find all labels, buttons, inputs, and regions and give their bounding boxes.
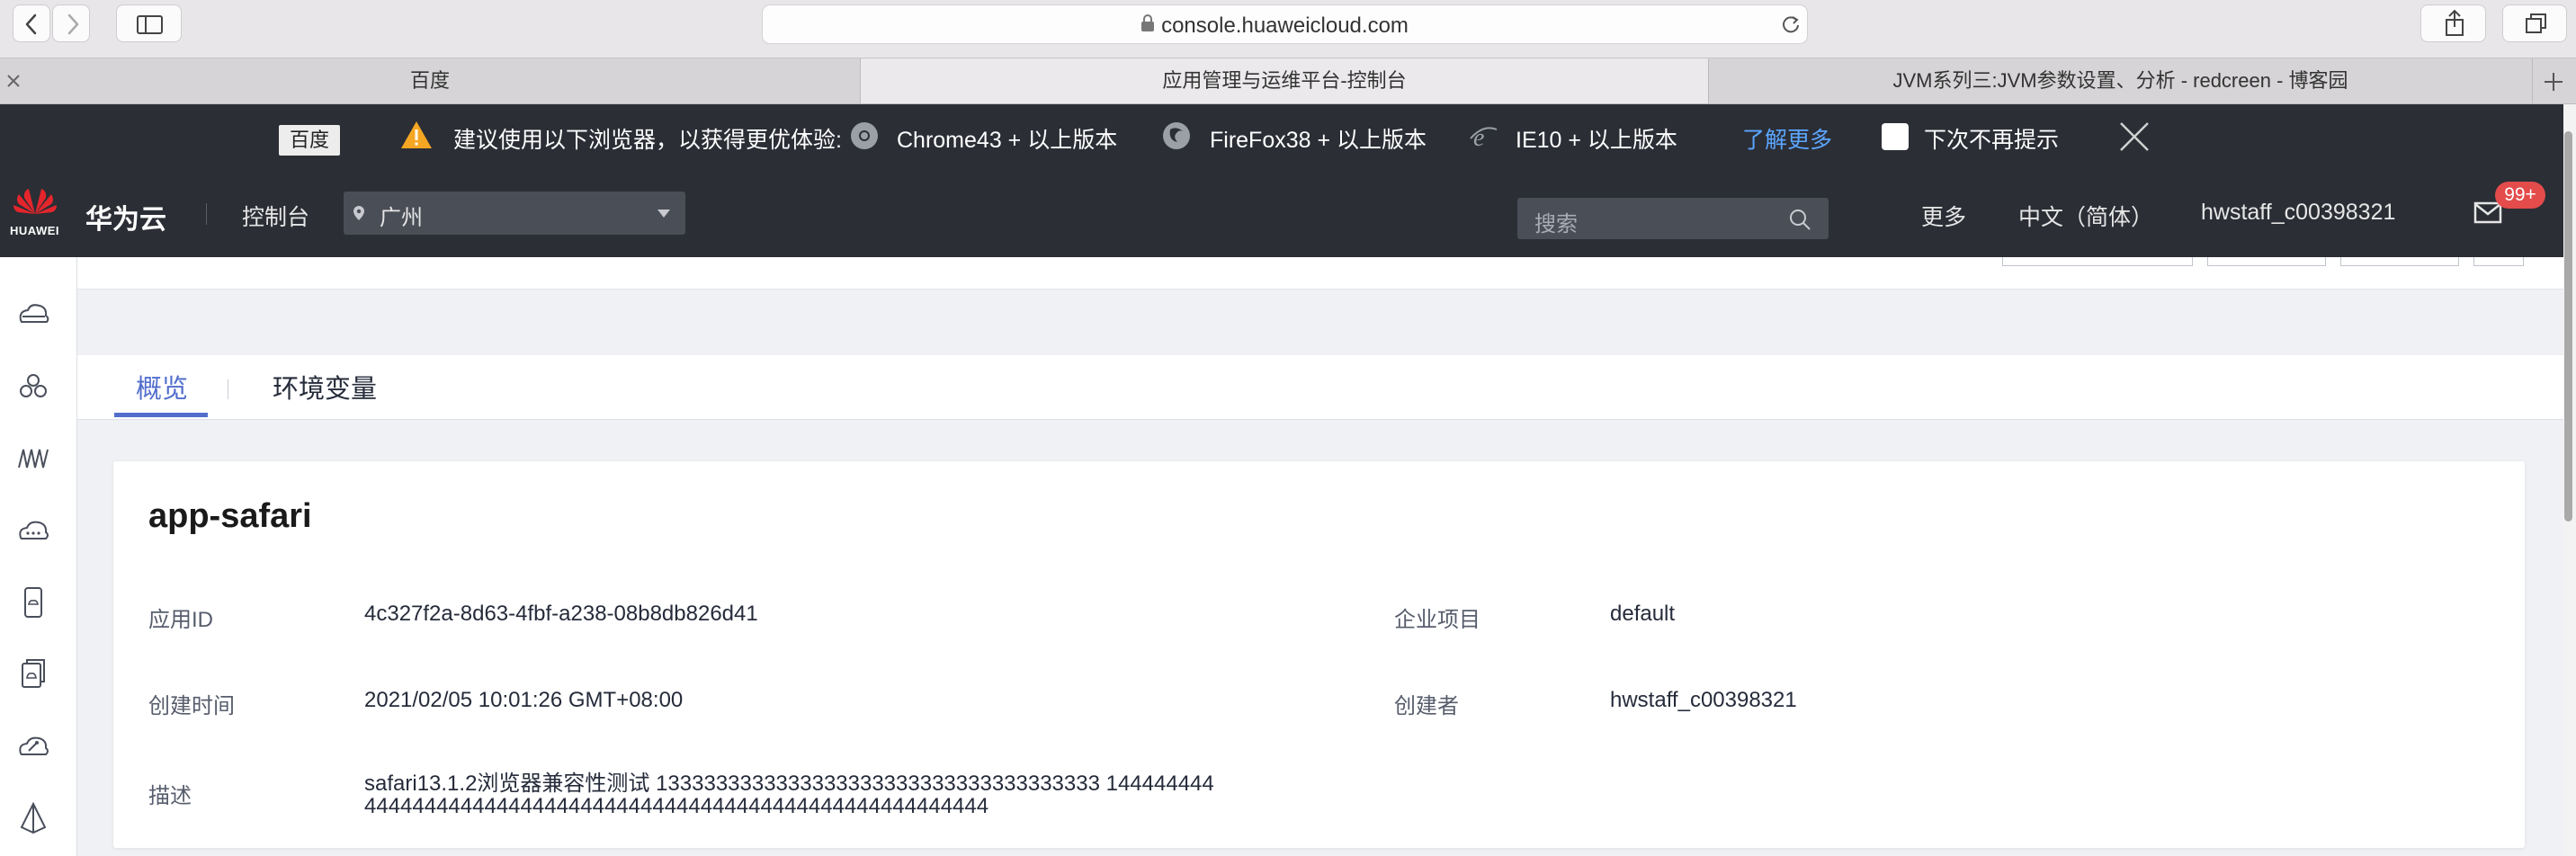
notice-message: 建议使用以下浏览器，以获得更优体验: (453, 128, 842, 153)
more-menu[interactable]: 更多 (1921, 200, 1966, 232)
content-tabs: 概览 环境变量 (77, 355, 2563, 420)
ie-icon: e (1470, 124, 1498, 151)
notice-chrome-version: Chrome43 + 以上版本 (897, 128, 1118, 153)
plus-icon[interactable] (2542, 70, 2565, 94)
created-time-value: 2021/02/05 10:01:26 GMT+08:00 (364, 688, 684, 712)
cloud-server-icon[interactable] (15, 297, 51, 333)
enterprise-project-value: default (1610, 602, 1676, 626)
creator-value: hwstaff_c00398321 (1610, 688, 1797, 712)
tabs-icon (2526, 13, 2546, 33)
reload-icon[interactable] (1779, 13, 1802, 36)
app-detail-card: app-safari 应用ID 4c327f2a-8d63-4fbf-a238-… (113, 461, 2525, 848)
baidu-tooltip: 百度 (279, 125, 340, 156)
deploy-icon[interactable] (15, 800, 51, 836)
console-link[interactable]: 控制台 (242, 200, 309, 232)
app-package-icon[interactable] (15, 656, 51, 692)
header-divider (206, 203, 207, 225)
dont-show-label: 下次不再提示 (1924, 128, 2060, 153)
console-header: HUAWEI 华为云 控制台 广州 搜索 更多 中文（简体） hwstaff_c… (0, 167, 2563, 257)
forward-button[interactable] (52, 4, 90, 42)
dont-show-checkbox[interactable] (1882, 123, 1909, 150)
notice-firefox-version: FireFox38 + 以上版本 (1210, 128, 1427, 153)
action-button[interactable] (2473, 257, 2524, 266)
action-bar-remnant (77, 257, 2563, 290)
browser-tab-blog[interactable]: JVM系列三:JVM参数设置、分析 - redcreen - 博客园 (1709, 58, 2533, 103)
lock-icon (1141, 14, 1154, 31)
learn-more-link[interactable]: 了解更多 (1742, 122, 1832, 155)
cloud-network-icon[interactable] (15, 513, 51, 548)
chrome-icon (851, 122, 878, 149)
app-title: app-safari (148, 497, 312, 535)
waveform-icon[interactable] (15, 441, 51, 477)
chevron-left-icon (25, 13, 37, 35)
sidebar-icon (137, 15, 163, 34)
description-label: 描述 (148, 784, 192, 808)
user-menu[interactable]: hwstaff_c00398321 (2201, 200, 2395, 226)
chevron-right-icon (67, 13, 79, 35)
search-input[interactable]: 搜索 (1534, 206, 1578, 237)
sidebar-toggle-button[interactable] (116, 4, 182, 42)
close-icon[interactable] (2118, 120, 2151, 153)
cluster-icon[interactable] (15, 369, 51, 405)
tab-overview-button[interactable] (2502, 4, 2567, 42)
location-pin-icon (353, 206, 364, 220)
description-line-2: 4444444444444444444444444444444444444444… (364, 794, 989, 818)
cloud-monitor-icon[interactable] (15, 728, 51, 764)
mobile-device-icon[interactable] (15, 584, 51, 620)
share-button[interactable] (2420, 4, 2486, 42)
enterprise-project-label: 企业项目 (1394, 608, 1480, 632)
side-nav (0, 257, 77, 856)
description-line-1: safari13.1.2浏览器兼容性测试 1333333333333333333… (364, 771, 1214, 796)
region-value: 广州 (380, 206, 423, 230)
search-box[interactable]: 搜索 (1517, 198, 1829, 239)
browser-tab-baidu[interactable]: 百度 (0, 58, 861, 103)
address-url: console.huaweicloud.com (1161, 13, 1409, 38)
active-tab-indicator (114, 413, 208, 417)
back-button[interactable] (13, 4, 50, 42)
share-icon (2446, 9, 2464, 36)
action-button[interactable] (2340, 257, 2459, 266)
svg-text:e: e (1473, 124, 1484, 151)
address-bar[interactable]: console.huaweicloud.com (762, 4, 1808, 44)
creator-label: 创建者 (1394, 694, 1459, 718)
firefox-icon (1163, 122, 1190, 149)
app-id-value: 4c327f2a-8d63-4fbf-a238-08b8db826d41 (364, 602, 758, 626)
message-count-badge: 99+ (2495, 182, 2545, 209)
brand-name[interactable]: 华为云 (85, 197, 166, 236)
app-id-label: 应用ID (148, 608, 213, 632)
caret-down-icon (657, 210, 670, 218)
warning-icon (401, 121, 432, 148)
tab-overview[interactable]: 概览 (136, 368, 188, 406)
browser-tab-bar: 百度 应用管理与运维平台-控制台 JVM系列三:JVM参数设置、分析 - red… (0, 58, 2576, 104)
action-button[interactable] (2207, 257, 2326, 266)
search-icon[interactable] (1788, 208, 1811, 231)
tab-env-variables[interactable]: 环境变量 (273, 368, 377, 406)
action-button[interactable] (2002, 257, 2193, 266)
browser-tab-console[interactable]: 应用管理与运维平台-控制台 (861, 58, 1709, 103)
region-select[interactable]: 广州 (344, 192, 685, 235)
huawei-logo-icon[interactable] (11, 185, 59, 216)
browser-toolbar: console.huaweicloud.com (0, 0, 2576, 58)
language-select[interactable]: 中文（简体） (2018, 200, 2153, 232)
created-time-label: 创建时间 (148, 694, 235, 718)
page-scrollbar-thumb[interactable] (2564, 131, 2572, 522)
mail-icon[interactable] (2473, 201, 2502, 225)
huawei-logo-text: HUAWEI (10, 224, 59, 237)
browser-notice-bar: 百度 建议使用以下浏览器，以获得更优体验: Chrome43 + 以上版本 Fi… (0, 104, 2563, 167)
notice-ie-version: IE10 + 以上版本 (1516, 128, 1677, 153)
